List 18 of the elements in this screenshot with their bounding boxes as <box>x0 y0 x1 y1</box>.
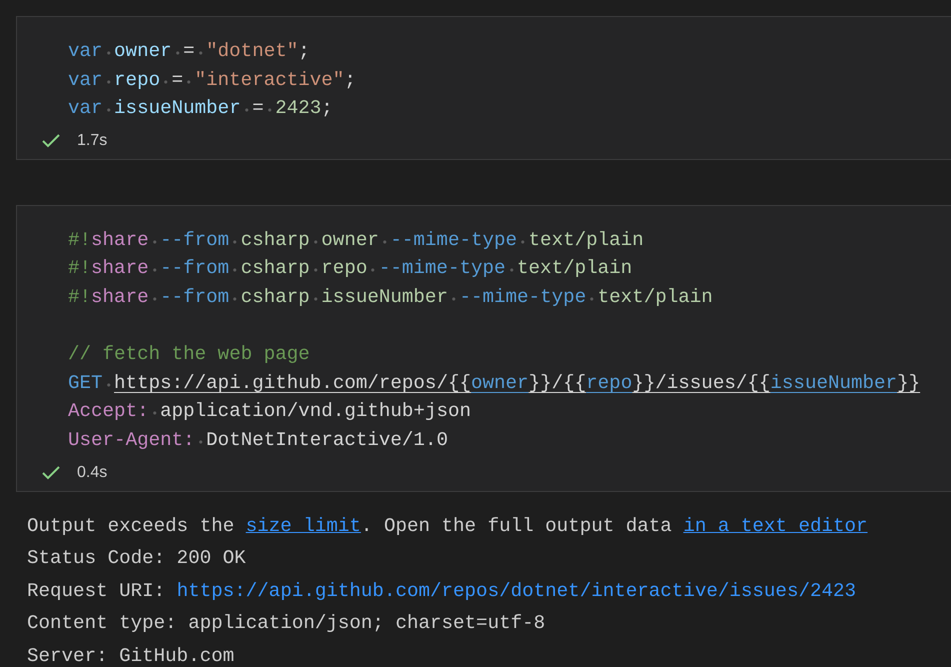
output-message: Output exceeds the size limit. Open the full output data in a text editor <box>27 514 869 539</box>
code-line: var owner = "dotnet"; <box>68 39 311 64</box>
code-line: #!share --from csharp issueNumber --mime-type text/plain <box>68 284 714 310</box>
code-line: #!share --from csharp repo --mime-type text/plain <box>68 256 634 282</box>
output-text: Content type: application/json; charset=utf-8 <box>27 611 546 636</box>
url-link[interactable]: https://api.github.com/repos/dotnet/interactive/issues/2423 <box>176 580 856 602</box>
output-line: Request URI: https://api.github.com/repos/dotnet/interactive/issues/2423 <box>27 578 858 604</box>
code-line: #!share --from csharp owner --mime-type text/plain <box>68 228 645 253</box>
code-line: // fetch the web page <box>68 342 311 368</box>
link[interactable]: in a text editor <box>683 514 868 537</box>
execution-time: 0.4s <box>77 464 108 482</box>
output-text: Status Code: 200 OK <box>27 546 247 572</box>
output-text: Server: GitHub.com <box>27 644 236 667</box>
code-line: var repo = "interactive"; <box>68 68 357 93</box>
code-line: GET https://api.github.com/repos/{{owner}}/{{repo}}/issues/{{issueNumber}} <box>68 370 922 396</box>
link[interactable]: size limit <box>246 514 361 537</box>
execution-time: 1.7s <box>77 132 108 150</box>
code-line: var issueNumber = 2423; <box>68 96 334 122</box>
